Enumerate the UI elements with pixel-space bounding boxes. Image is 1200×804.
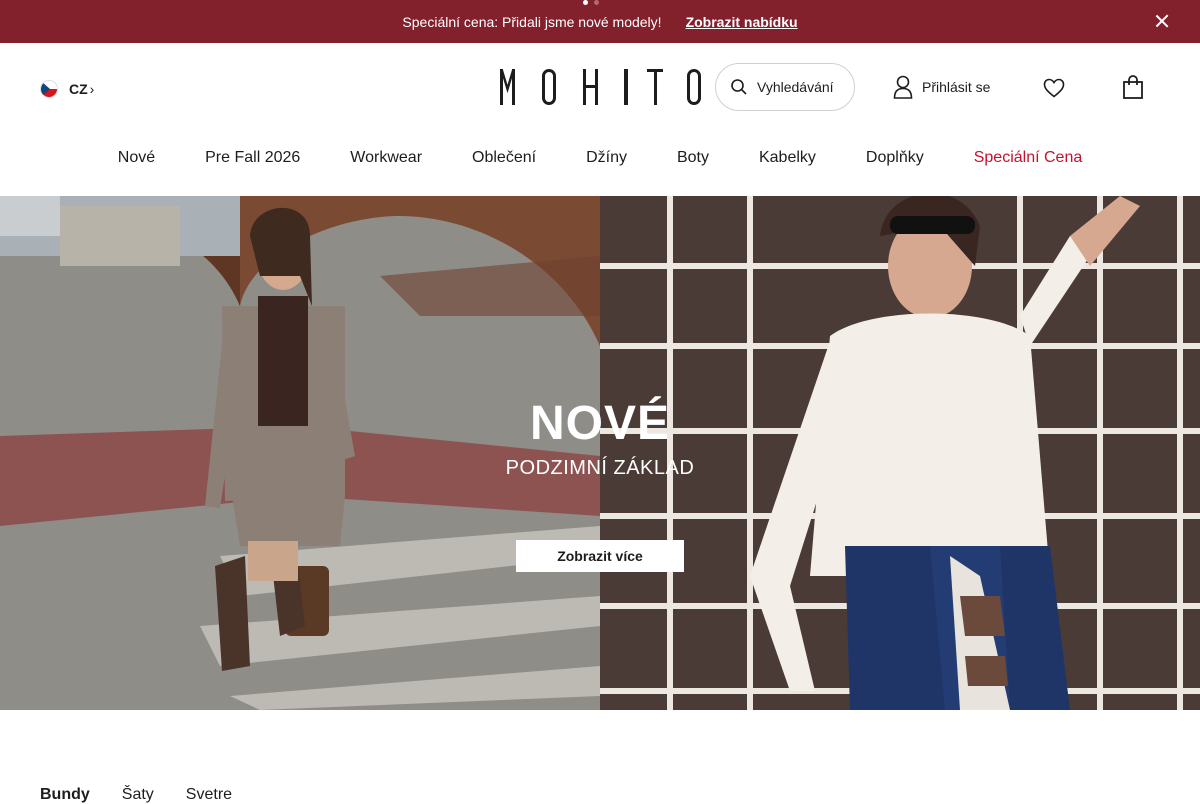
hero-text: NOVÉ PODZIMNÍ ZÁKLAD [0,396,1200,480]
hero-banner[interactable]: NOVÉ PODZIMNÍ ZÁKLAD Zobrazit více [0,196,1200,710]
nav-item-workwear[interactable]: Workwear [350,149,422,167]
nav-item-specialni-cena[interactable]: Speciální Cena [974,149,1083,167]
promo-offer-link[interactable]: Zobrazit nabídku [686,14,798,30]
heart-icon[interactable] [1043,78,1065,98]
promo-dot[interactable] [594,0,599,5]
nav-item-obleceni[interactable]: Oblečení [472,149,536,167]
language-code: CZ [69,81,88,97]
nav-item-nove[interactable]: Nové [118,149,155,167]
main-navigation: Nové Pre Fall 2026 Workwear Oblečení Dží… [0,133,1200,183]
promo-dot-active[interactable] [583,0,588,5]
search-placeholder: Vyhledávání [757,79,834,95]
category-tabs: Bundy Šaty Svetre [40,786,264,804]
hero-title: NOVÉ [529,397,671,450]
promo-message: Speciální cena: Přidali jsme nové modely… [402,13,662,30]
user-icon [893,75,913,99]
tab-svetre[interactable]: Svetre [186,786,232,804]
site-logo[interactable] [498,69,702,105]
shopping-bag-icon[interactable] [1122,75,1144,99]
nav-item-dziny[interactable]: Džíny [586,149,627,167]
nav-item-doplnky[interactable]: Doplňky [866,149,924,167]
show-more-button[interactable]: Zobrazit více [516,540,684,572]
czech-flag-icon [40,80,58,98]
nav-item-boty[interactable]: Boty [677,149,709,167]
promo-carousel-dots [583,0,599,5]
promo-bar: Speciální cena: Přidali jsme nové modely… [0,0,1200,43]
chevron-right-icon: › [89,81,95,97]
login-label: Přihlásit se [922,79,991,95]
search-box[interactable]: Vyhledávání [715,63,855,111]
language-selector[interactable]: CZ › [40,80,94,98]
tab-saty[interactable]: Šaty [122,786,154,804]
site-header: CZ › Vyhledávání Přihlásit se [0,43,1200,133]
close-icon[interactable] [1152,11,1172,31]
login-button[interactable]: Přihlásit se [893,75,990,99]
hero-subtitle: PODZIMNÍ ZÁKLAD [505,457,695,479]
nav-item-pre-fall-2026[interactable]: Pre Fall 2026 [205,149,300,167]
search-icon [731,79,747,95]
nav-item-kabelky[interactable]: Kabelky [759,149,816,167]
tab-bundy[interactable]: Bundy [40,786,90,804]
